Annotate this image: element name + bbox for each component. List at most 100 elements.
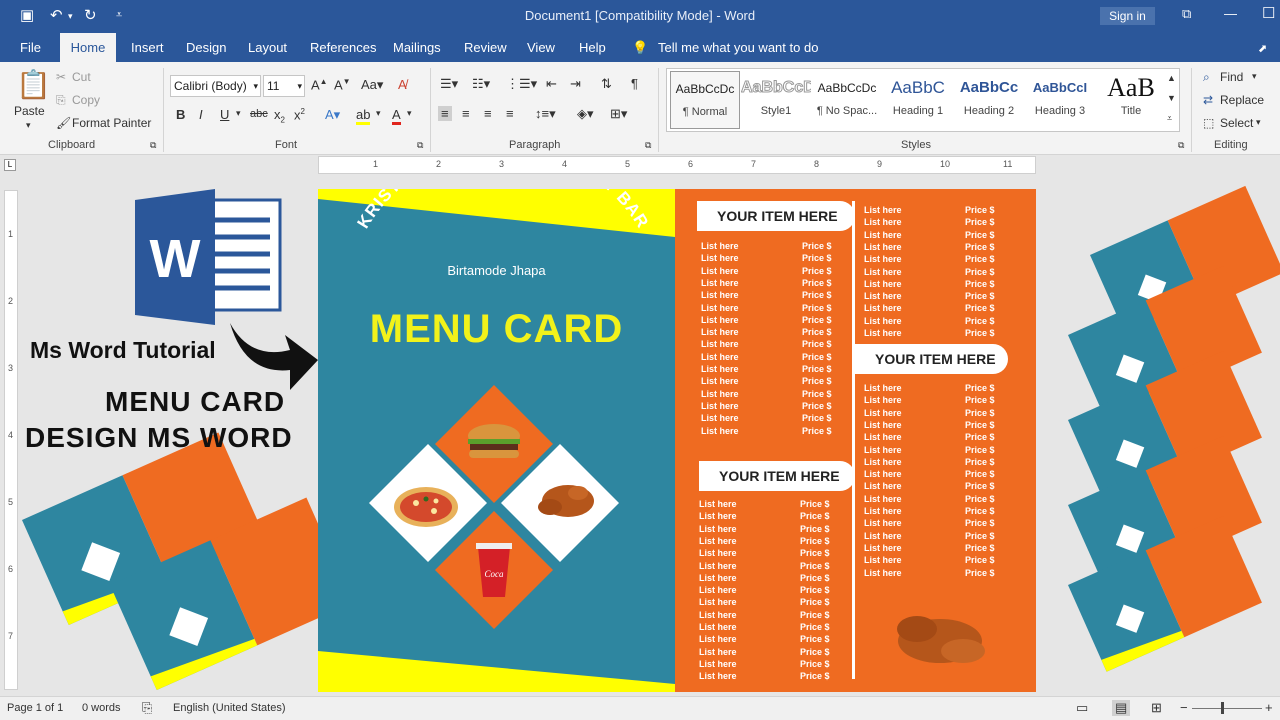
italic-icon[interactable]: I <box>199 107 203 122</box>
center-icon[interactable]: ≡ <box>462 106 470 121</box>
text-effects-icon[interactable]: A▾ <box>325 107 340 123</box>
horizontal-ruler[interactable]: 1 2 3 4 5 6 7 8 9 10 11 <box>318 156 1036 174</box>
style-style1[interactable]: AaBbCcDc Style1 <box>741 71 811 129</box>
minimize-icon[interactable]: — <box>1224 6 1237 21</box>
menu-item-price: Price $ <box>965 205 995 215</box>
strikethrough-icon[interactable]: abc <box>250 108 268 120</box>
editing-group-label: Editing <box>1214 139 1248 151</box>
tab-design[interactable]: Design <box>186 40 226 55</box>
page-count[interactable]: Page 1 of 1 <box>7 702 63 714</box>
word-count[interactable]: 0 words <box>82 702 121 714</box>
numbering-icon[interactable]: ☷▾ <box>472 76 490 92</box>
styles-scroll-up-icon[interactable]: ▲ <box>1167 73 1176 83</box>
tab-review[interactable]: Review <box>464 40 507 55</box>
zoom-out-icon[interactable]: − <box>1180 700 1188 715</box>
style-no-spacing[interactable]: AaBbCcDc ¶ No Spac... <box>812 71 882 129</box>
highlight-dropdown-icon[interactable]: ▾ <box>376 108 381 119</box>
proofing-icon[interactable]: ⎘ <box>142 700 152 716</box>
sign-in-button[interactable]: Sign in <box>1100 7 1155 25</box>
shading-icon[interactable]: ◈▾ <box>577 106 594 122</box>
styles-launcher-icon[interactable]: ⧉ <box>1178 140 1184 151</box>
select-button[interactable]: Select <box>1220 116 1253 130</box>
menu-item-label: List here <box>864 229 902 240</box>
paste-dropdown-icon[interactable]: ▾ <box>26 120 31 131</box>
copy-button[interactable]: Copy <box>72 93 100 107</box>
tell-me-search[interactable]: Tell me what you want to do <box>658 40 818 55</box>
ruler-number: 3 <box>499 159 505 169</box>
align-left-icon[interactable]: ≡ <box>438 106 452 121</box>
style-heading-1[interactable]: AaBbC Heading 1 <box>883 71 953 129</box>
maximize-icon[interactable]: ☐ <box>1262 4 1275 22</box>
font-color-icon[interactable]: A <box>392 107 401 125</box>
underline-dropdown-icon[interactable]: ▾ <box>236 108 241 119</box>
paste-icon[interactable]: 📋 <box>16 68 51 101</box>
align-right-icon[interactable]: ≡ <box>484 106 492 121</box>
clipboard-launcher-icon[interactable]: ⧉ <box>150 140 156 151</box>
menu-item-label: List here <box>701 339 739 350</box>
multilevel-list-icon[interactable]: ⋮☰▾ <box>506 76 537 92</box>
justify-icon[interactable]: ≡ <box>506 106 514 121</box>
menu-item-price: Price $ <box>800 523 830 534</box>
tab-help[interactable]: Help <box>579 40 606 55</box>
tab-view[interactable]: View <box>527 40 555 55</box>
format-painter-button[interactable]: Format Painter <box>72 116 151 130</box>
styles-scroll-down-icon[interactable]: ▼ <box>1167 93 1176 103</box>
font-launcher-icon[interactable]: ⧉ <box>417 140 423 151</box>
shrink-font-icon[interactable]: A▼ <box>334 77 351 92</box>
tab-file[interactable]: File <box>20 40 41 55</box>
increase-indent-icon[interactable]: ⇥ <box>570 76 581 92</box>
zoom-in-icon[interactable]: + <box>1265 700 1273 715</box>
share-icon[interactable]: ⬈ <box>1258 42 1267 55</box>
menu-item-label: List here <box>701 327 739 338</box>
tab-references[interactable]: References <box>310 40 376 55</box>
tab-selector-icon[interactable]: L <box>4 159 16 171</box>
read-mode-icon[interactable]: ▭ <box>1076 700 1088 716</box>
decrease-indent-icon[interactable]: ⇤ <box>546 76 557 92</box>
styles-more-icon[interactable]: ⩡ <box>1167 113 1172 124</box>
borders-icon[interactable]: ⊞▾ <box>610 106 627 122</box>
style-title[interactable]: AaB Title <box>1096 71 1166 129</box>
font-color-dropdown-icon[interactable]: ▾ <box>407 108 412 119</box>
tab-home[interactable]: Home <box>60 33 116 62</box>
tab-layout[interactable]: Layout <box>248 40 287 55</box>
tab-mailings[interactable]: Mailings <box>393 40 441 55</box>
grow-font-icon[interactable]: A▲ <box>311 77 328 92</box>
web-layout-icon[interactable]: ⊞ <box>1151 700 1162 716</box>
sort-icon[interactable]: ⇅ <box>601 76 612 92</box>
menu-item-label: List here <box>864 241 902 252</box>
bullets-icon[interactable]: ☰▾ <box>440 76 458 92</box>
highlight-color-icon[interactable]: ab <box>356 107 371 125</box>
zoom-slider-thumb[interactable] <box>1221 702 1224 714</box>
underline-icon[interactable]: U <box>220 107 229 122</box>
select-dropdown-icon[interactable]: ▾ <box>1256 117 1261 128</box>
style-normal[interactable]: AaBbCcDc ¶ Normal <box>670 71 740 129</box>
replace-button[interactable]: Replace <box>1220 93 1264 107</box>
find-dropdown-icon[interactable]: ▾ <box>1252 71 1257 82</box>
cut-button[interactable]: Cut <box>72 70 91 84</box>
menu-items-page[interactable]: YOUR ITEM HERE YOUR ITEM HERE YOUR ITEM … <box>675 189 1036 692</box>
font-size-select[interactable]: 11 ▾ <box>263 75 305 97</box>
change-case-icon[interactable]: Aa▾ <box>361 77 383 93</box>
ribbon-display-options-icon[interactable]: ⧉ <box>1182 6 1191 22</box>
find-button[interactable]: Find <box>1220 70 1243 84</box>
menu-item-price: Price $ <box>802 253 832 264</box>
zoom-slider[interactable] <box>1192 708 1262 709</box>
tab-insert[interactable]: Insert <box>131 40 164 55</box>
bold-icon[interactable]: B <box>176 107 185 122</box>
menu-item-price: Price $ <box>965 266 995 277</box>
style-heading-2[interactable]: AaBbCc Heading 2 <box>954 71 1024 129</box>
line-spacing-icon[interactable]: ↕≡▾ <box>535 106 556 122</box>
print-layout-icon[interactable]: ▤ <box>1112 700 1131 716</box>
paste-button[interactable]: Paste <box>14 104 45 118</box>
language-indicator[interactable]: English (United States) <box>173 702 286 714</box>
clear-formatting-icon[interactable]: A̸ <box>398 77 407 92</box>
style-heading-3[interactable]: AaBbCcI Heading 3 <box>1025 71 1095 129</box>
word-logo-icon: W <box>135 189 282 325</box>
superscript-icon[interactable]: x2 <box>294 107 305 122</box>
subscript-icon[interactable]: x2 <box>274 107 285 125</box>
menu-item-price: Price $ <box>800 671 830 682</box>
paragraph-launcher-icon[interactable]: ⧉ <box>645 140 651 151</box>
font-name-select[interactable]: Calibri (Body) ▾ <box>170 75 261 97</box>
show-formatting-icon[interactable]: ¶ <box>631 76 638 91</box>
menu-cover-page[interactable]: KRISTAL HOTEL & RESTURANT BAR <box>318 189 675 692</box>
